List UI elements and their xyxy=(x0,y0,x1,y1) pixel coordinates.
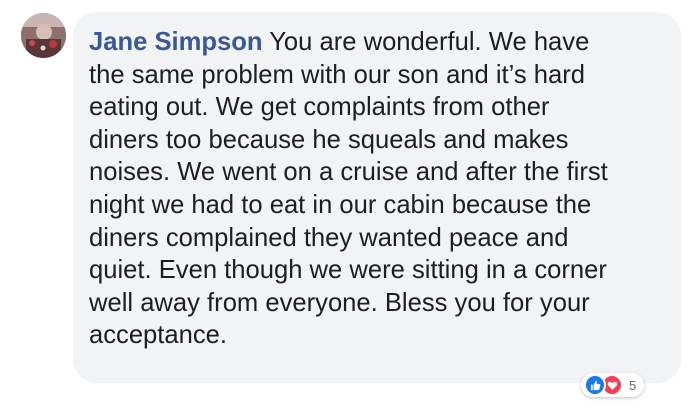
comment-body: Jane Simpson You are wonderful. We have … xyxy=(89,26,665,352)
like-icon xyxy=(584,374,606,396)
reaction-count: 5 xyxy=(629,377,637,393)
avatar[interactable] xyxy=(21,13,66,58)
comment-text: You are wonderful. We have the same prob… xyxy=(89,28,608,350)
reactions-summary[interactable]: 5 xyxy=(581,373,645,397)
comment-author-link[interactable]: Jane Simpson xyxy=(89,28,263,56)
avatar-photo xyxy=(21,13,66,58)
comment-bubble: Jane Simpson You are wonderful. We have … xyxy=(73,12,681,383)
